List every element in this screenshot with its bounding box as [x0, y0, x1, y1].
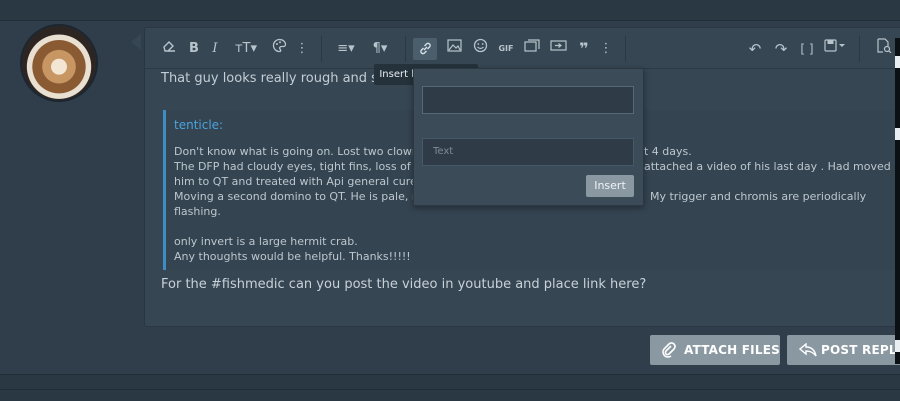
toolbar-divider [859, 36, 860, 62]
quote-line-tail: attached a video of his last day . Had m… [644, 160, 891, 173]
media-icon[interactable] [521, 38, 543, 60]
link-text-input[interactable]: Text [422, 138, 634, 166]
url-input[interactable] [422, 86, 634, 114]
paperclip-icon [662, 335, 676, 368]
insert-icon[interactable] [547, 38, 569, 60]
quote-line: flashing. [174, 205, 221, 218]
post-reply-label: POST REPLY [821, 343, 900, 357]
palette-icon[interactable] [269, 38, 289, 60]
insert-link-popup: Text Insert [413, 68, 644, 206]
quote-line: Any thoughts would be helpful. Thanks!!!… [174, 250, 411, 263]
redo-icon[interactable]: ↷ [771, 38, 791, 60]
editor-pointer [131, 34, 141, 50]
paragraph-button[interactable]: ¶▾ [367, 38, 393, 60]
edge-marker [895, 340, 900, 352]
attach-files-button[interactable]: ATTACH FILES [650, 335, 780, 365]
quote-line: Don't know what is going on. Lost two cl… [174, 145, 419, 158]
quote-line-tail: My trigger and chromis are periodically [650, 190, 867, 203]
eraser-icon[interactable] [159, 38, 179, 60]
avatar-image [22, 26, 96, 100]
edge-marker [895, 128, 900, 140]
more-options-icon[interactable]: ⋮ [295, 38, 309, 60]
gif-button[interactable]: GIF [495, 38, 517, 60]
toolbar-divider [625, 36, 626, 62]
quote-icon[interactable]: ❞ [573, 38, 595, 60]
toolbar-divider [405, 36, 406, 62]
quote-line: only invert is a large hermit crab. [174, 235, 358, 248]
quote-author: tenticle: [174, 118, 224, 132]
post-reply-button[interactable]: POST REPLY [787, 335, 900, 365]
reply-text: For the #fishmedic can you post the vide… [161, 277, 647, 292]
toolbar-divider [321, 36, 322, 62]
italic-button[interactable]: I [207, 38, 223, 60]
quote-line-tail: t 4 days. [644, 145, 692, 158]
quote-line: Moving a second domino to QT. He is pale… [174, 190, 424, 203]
attach-files-label: ATTACH FILES [684, 343, 780, 357]
right-scroll-edge [895, 38, 900, 364]
drafts-icon[interactable] [821, 38, 849, 60]
more-options-icon[interactable]: ⋮ [599, 38, 613, 60]
insert-button[interactable]: Insert [586, 175, 634, 197]
bbcode-toggle-button[interactable]: [ ] [797, 38, 817, 60]
divider [0, 389, 900, 390]
smiley-icon[interactable] [469, 38, 491, 60]
undo-icon[interactable]: ↶ [745, 38, 765, 60]
bold-button[interactable]: B [185, 38, 203, 60]
quote-line: The DFP had cloudy eyes, tight fins, los… [174, 160, 428, 173]
preview-icon[interactable] [873, 38, 895, 60]
edge-marker [895, 56, 900, 68]
align-button[interactable]: ≡▾ [333, 38, 359, 60]
link-icon[interactable] [413, 38, 437, 60]
quote-line [174, 219, 894, 234]
bottom-bar [0, 374, 900, 401]
top-bar [0, 0, 900, 21]
editor-toolbar: B I тT▾ ⋮ ≡▾ ¶▾ GIF ❞ ⋮ ↶ ↷ [ ] [145, 28, 900, 69]
text-size-button[interactable]: тT▾ [231, 38, 261, 60]
image-icon[interactable] [443, 38, 465, 60]
reply-icon [798, 335, 817, 367]
post-text: That guy looks really rough and sh [161, 71, 387, 86]
avatar[interactable] [22, 26, 102, 100]
